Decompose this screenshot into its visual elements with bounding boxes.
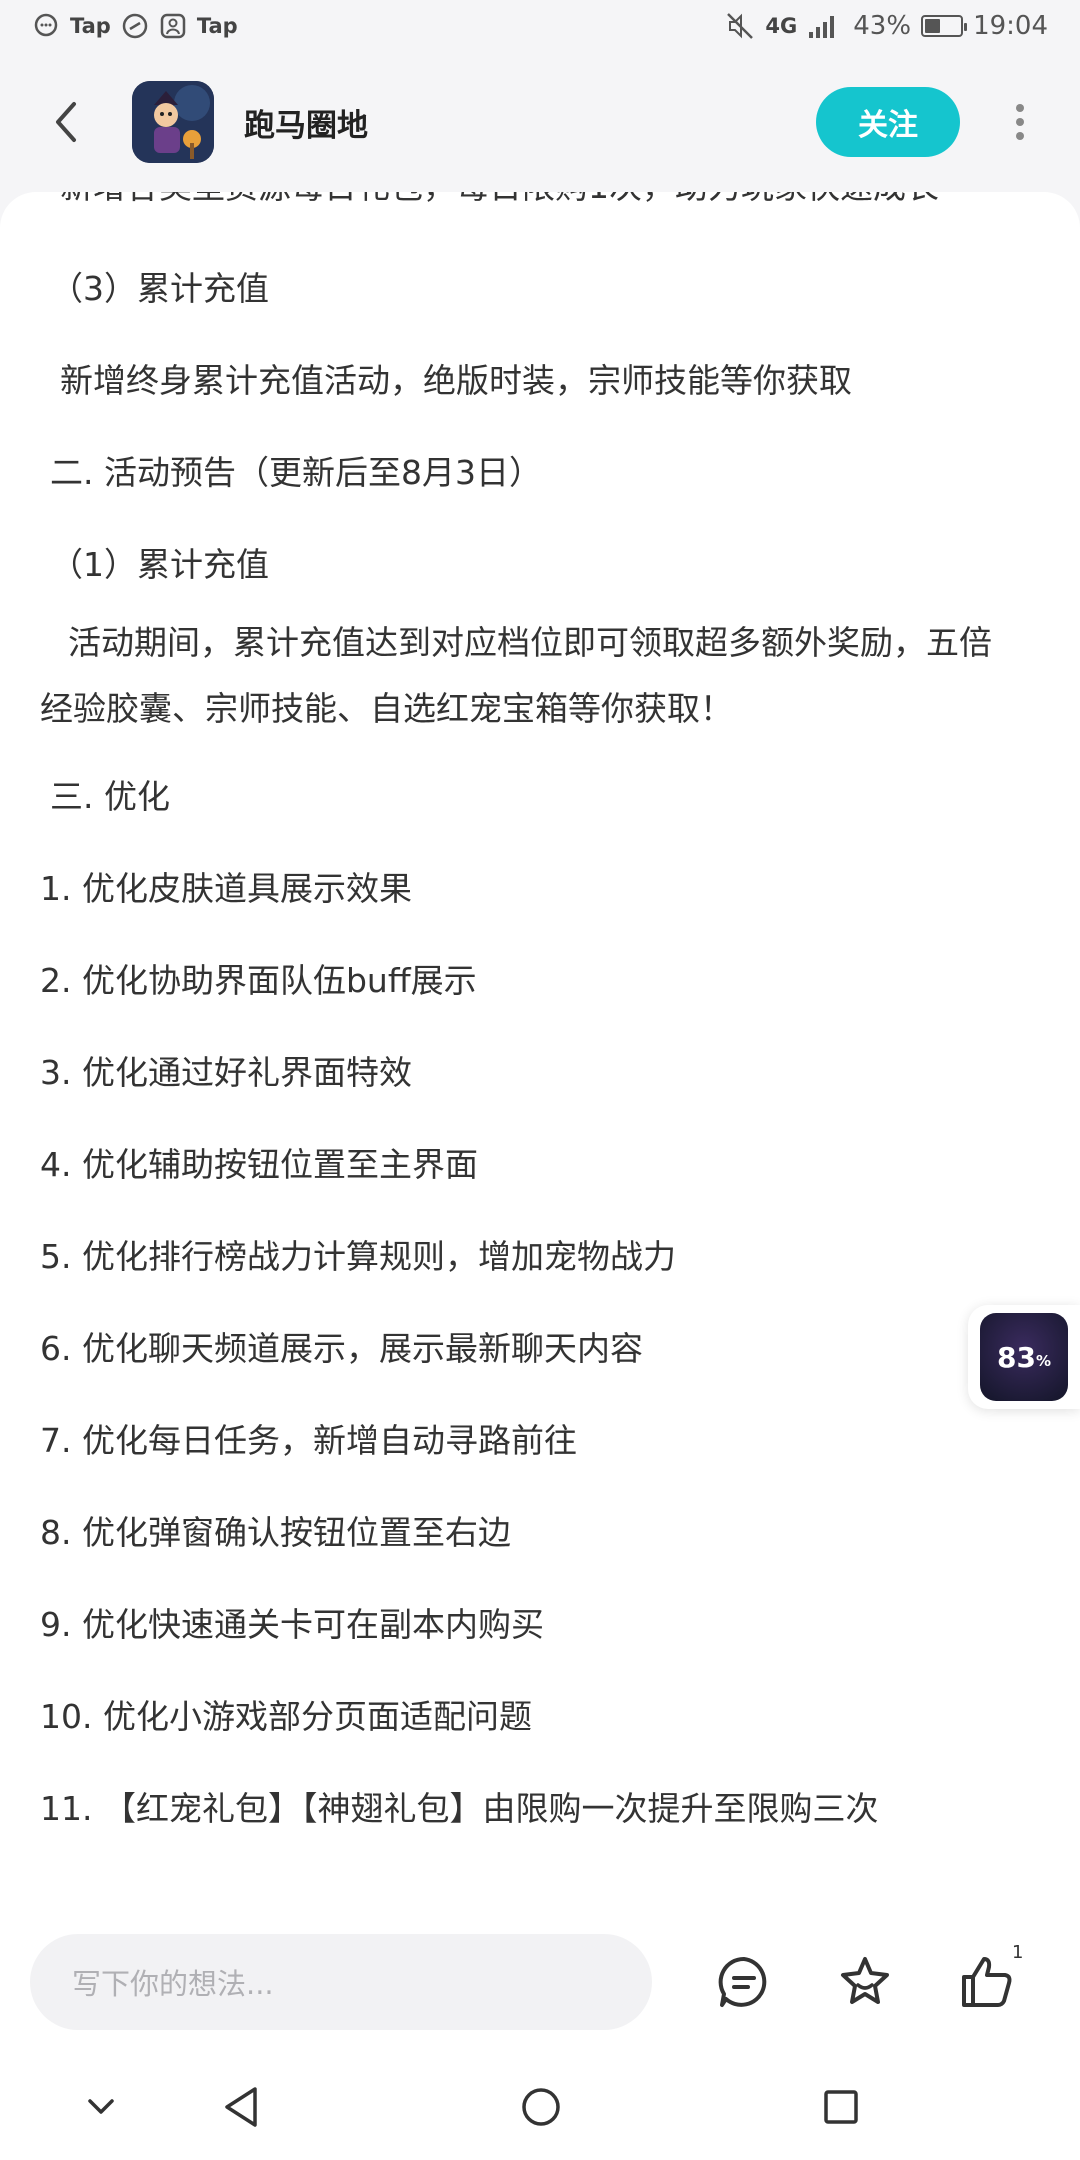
list-item: 9. 优化快速通关卡可在副本内购买 [40,1605,544,1644]
like-count: 1 [1012,1942,1024,1963]
section-heading: 三. 优化 [50,777,170,816]
hide-nav-button[interactable] [76,2082,126,2132]
status-bar-left: Tap Tap [32,12,238,40]
back-button[interactable] [40,94,96,150]
nav-home-button[interactable] [516,2082,566,2132]
thumbs-up-icon [962,1957,1012,2007]
nav-recents-button[interactable] [816,2082,866,2132]
status-time: 19:04 [973,11,1048,41]
circle-home-icon [522,2088,560,2126]
star-icon [841,1957,889,2004]
system-nav-bar [0,2054,1080,2160]
article-line: 二. 活动预告（更新后至8月3日） [50,453,542,492]
article-content[interactable]: 新增各类型资源每日礼包，每日限购1次，助力玩家快速成长 （3）累计充值 新增终身… [0,192,1080,1910]
tap-notification-label: Tap [70,14,111,38]
list-item: 4. 优化辅助按钮位置至主界面 [40,1145,478,1184]
article-line: 新增终身累计充值活动，绝版时装，宗师技能等你获取 [60,361,852,400]
list-item: 5. 优化排行榜战力计算规则，增加宠物战力 [40,1237,676,1276]
signal-icon [807,12,843,40]
network-label: 4G [765,14,798,38]
triangle-back-icon [225,2087,257,2127]
comment-input[interactable]: 写下你的想法... [30,1934,652,2030]
list-item: 11. 【红宠礼包】【神翅礼包】由限购一次提升至限购三次 [40,1789,879,1828]
battery-level [925,19,940,33]
status-bar: Tap Tap 4G 43% 19:04 [0,0,1080,52]
user-icon [159,12,187,40]
battery-percent: 43% [853,11,912,41]
article-paragraph: 活动期间，累计充值达到对应档位即可领取超多额外奖励，五倍经验胶囊、宗师技能、自选… [40,623,992,728]
list-item: 7. 优化每日任务，新增自动寻路前往 [40,1421,577,1460]
status-bar-right: 4G 43% 19:04 [725,11,1048,41]
square-recents-icon [824,2090,858,2124]
list-item: 6. 优化聊天频道展示，展示最新聊天内容 [40,1329,643,1368]
comment-icon [718,1956,767,2007]
comment-button[interactable] [709,1947,779,2017]
list-item: 1. 优化皮肤道具展示效果 [40,869,412,908]
article-line: （3）累计充值 [50,269,269,308]
more-vertical-icon [1016,104,1024,140]
mute-icon [725,11,755,41]
follow-button[interactable]: 关注 [816,87,960,157]
list-item: 2. 优化协助界面队伍buff展示 [40,961,477,1000]
bottom-action-bar: 写下你的想法... 1 [0,1910,1080,2054]
list-item: 8. 优化弹窗确认按钮位置至右边 [40,1513,511,1552]
nav-back-button[interactable] [216,2082,266,2132]
floating-game-badge[interactable]: 83% [968,1305,1080,1409]
more-button[interactable] [1000,92,1040,152]
list-item: 3. 优化通过好礼界面特效 [40,1053,412,1092]
tap-notification-label-2: Tap [196,14,238,38]
app-icon[interactable] [132,81,214,163]
link-icon [121,12,149,40]
chevron-left-icon [56,102,76,142]
badge-value: 83 [997,1340,1036,1374]
article-line: （1）累计充值 [50,545,269,584]
message-icon [32,12,60,40]
app-title: 跑马圈地 [244,107,368,144]
list-item: 10. 优化小游戏部分页面适配问题 [40,1697,532,1736]
game-progress-badge: 83% [980,1313,1068,1401]
app-header: 跑马圈地 关注 [0,52,1080,192]
battery-icon [921,15,968,37]
badge-unit: % [1035,1352,1051,1370]
favorite-button[interactable] [830,1947,900,2017]
chevron-down-icon [88,2099,114,2114]
article-line-clipped: 新增各类型资源每日礼包，每日限购1次，助力玩家快速成长 [60,192,1040,208]
